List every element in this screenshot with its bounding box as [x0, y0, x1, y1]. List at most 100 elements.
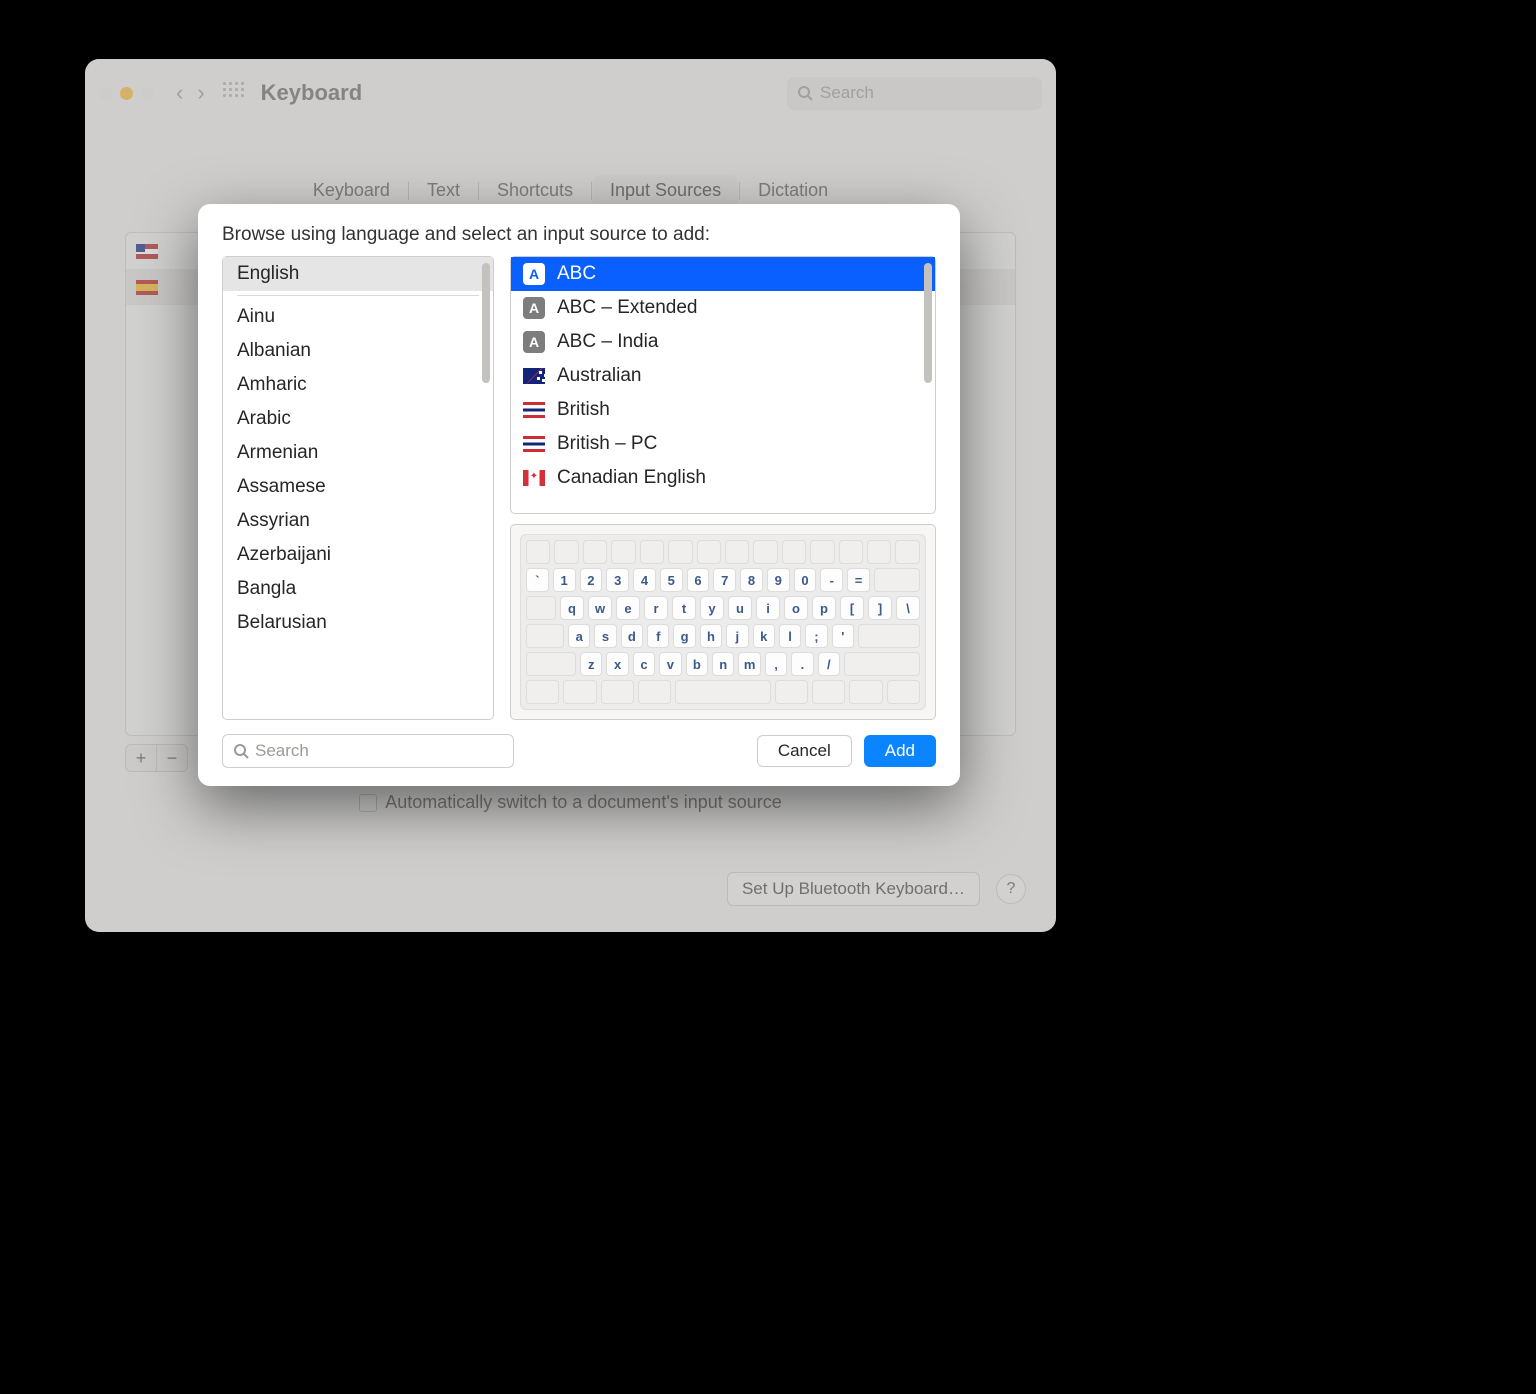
keyboard-key: 9: [767, 568, 790, 592]
keyboard-key: 8: [740, 568, 763, 592]
language-list[interactable]: English AinuAlbanianAmharicArabicArmenian…: [222, 256, 494, 720]
keyboard-key: ;: [805, 624, 827, 648]
language-item[interactable]: Arabic: [223, 402, 493, 436]
tab-text[interactable]: Text: [411, 175, 476, 206]
cancel-button[interactable]: Cancel: [757, 735, 852, 767]
keyboard-key: 2: [580, 568, 603, 592]
language-item[interactable]: Albanian: [223, 334, 493, 368]
keyboard-preview: `1234567890-=qwertyuiop[]\asdfghjkl;'zxc…: [510, 524, 936, 720]
keyboard-key: u: [728, 596, 752, 620]
search-icon: [797, 85, 813, 101]
source-item[interactable]: A ABC: [511, 257, 935, 291]
auto-switch-label: Automatically switch to a document's inp…: [385, 792, 782, 813]
keyboard-key: z: [580, 652, 602, 676]
source-item[interactable]: British: [511, 393, 935, 427]
flag-icon: [136, 280, 158, 295]
keyboard-key: c: [633, 652, 655, 676]
source-item-label: British – PC: [557, 433, 657, 455]
keyboard-key: ]: [868, 596, 892, 620]
tab-shortcuts[interactable]: Shortcuts: [481, 175, 589, 206]
tab-input-sources[interactable]: Input Sources: [594, 175, 737, 206]
toolbar-search-placeholder: Search: [820, 83, 874, 103]
keyboard-key: [: [840, 596, 864, 620]
sheet-search-placeholder: Search: [255, 741, 309, 761]
language-item[interactable]: Assyrian: [223, 504, 493, 538]
input-source-list[interactable]: A ABC A ABC – Extended AABC – IndiaAustralia…: [511, 257, 935, 513]
source-item[interactable]: AABC – India: [511, 325, 935, 359]
keyboard-key: a: [568, 624, 590, 648]
traffic-light-close[interactable]: [99, 87, 112, 100]
keyboard-key: r: [644, 596, 668, 620]
keyboard-key: 7: [713, 568, 736, 592]
toolbar-search[interactable]: Search: [787, 77, 1042, 110]
language-item[interactable]: Assamese: [223, 470, 493, 504]
search-icon: [233, 743, 249, 759]
source-item[interactable]: A ABC – Extended: [511, 291, 935, 325]
keyboard-key: h: [700, 624, 722, 648]
language-item[interactable]: Bangla: [223, 572, 493, 606]
keyboard-key: 0: [794, 568, 817, 592]
source-item[interactable]: Canadian English: [511, 461, 935, 495]
nav-back-icon[interactable]: ‹: [176, 82, 183, 104]
keyboard-key: n: [712, 652, 734, 676]
flag-icon: [523, 436, 545, 452]
language-item[interactable]: Amharic: [223, 368, 493, 402]
keyboard-key: 6: [687, 568, 710, 592]
keyboard-key: s: [594, 624, 616, 648]
titlebar: ‹ › Keyboard Search: [85, 59, 1056, 127]
keyboard-key: ': [832, 624, 854, 648]
flag-icon: [523, 402, 545, 418]
tabs: KeyboardTextShortcutsInput SourcesDictat…: [85, 175, 1056, 206]
auto-switch-checkbox[interactable]: [359, 794, 377, 812]
language-item[interactable]: English: [223, 257, 493, 291]
keyboard-key: y: [700, 596, 724, 620]
keyboard-key: d: [621, 624, 643, 648]
remove-source-button[interactable]: −: [157, 745, 187, 771]
keyboard-key: x: [606, 652, 628, 676]
keyboard-key: v: [659, 652, 681, 676]
help-button[interactable]: ?: [996, 874, 1026, 904]
keyboard-key: j: [726, 624, 748, 648]
source-item[interactable]: Australian: [511, 359, 935, 393]
tab-dictation[interactable]: Dictation: [742, 175, 844, 206]
language-item[interactable]: Azerbaijani: [223, 538, 493, 572]
keyboard-key: o: [784, 596, 808, 620]
nav-forward-icon[interactable]: ›: [197, 82, 204, 104]
sheet-prompt: Browse using language and select an inpu…: [198, 204, 960, 256]
source-item[interactable]: British – PC: [511, 427, 935, 461]
keyboard-key: q: [560, 596, 584, 620]
language-scrollbar[interactable]: [482, 263, 490, 383]
traffic-light-minimize[interactable]: [120, 87, 133, 100]
add-source-button[interactable]: +: [126, 745, 156, 771]
source-item-label: ABC: [557, 263, 596, 285]
flag-icon: [523, 368, 545, 384]
grid-icon[interactable]: [223, 82, 245, 104]
traffic-light-zoom[interactable]: [141, 87, 154, 100]
keyboard-key: ,: [765, 652, 787, 676]
language-item[interactable]: Armenian: [223, 436, 493, 470]
keyboard-key: p: [812, 596, 836, 620]
keyboard-key: f: [647, 624, 669, 648]
language-item[interactable]: Belarusian: [223, 606, 493, 640]
keyboard-key: i: [756, 596, 780, 620]
keyboard-key: e: [616, 596, 640, 620]
keyboard-key: 1: [553, 568, 576, 592]
input-a-icon: A: [523, 263, 545, 285]
tab-keyboard[interactable]: Keyboard: [297, 175, 406, 206]
input-a-icon: A: [523, 331, 545, 353]
keyboard-key: k: [753, 624, 775, 648]
add-input-source-sheet: Browse using language and select an inpu…: [198, 204, 960, 786]
keyboard-key: =: [847, 568, 870, 592]
add-button[interactable]: Add: [864, 735, 936, 767]
keyboard-key: l: [779, 624, 801, 648]
bluetooth-keyboard-button[interactable]: Set Up Bluetooth Keyboard…: [727, 872, 980, 906]
source-item-label: ABC – Extended: [557, 297, 697, 319]
keyboard-key: .: [791, 652, 813, 676]
source-scrollbar[interactable]: [924, 263, 932, 383]
keyboard-key: /: [818, 652, 840, 676]
sheet-search[interactable]: Search: [222, 734, 514, 768]
input-a-icon: A: [523, 297, 545, 319]
language-item[interactable]: Ainu: [223, 300, 493, 334]
source-item-label: Canadian English: [557, 467, 706, 489]
flag-icon: [523, 470, 545, 486]
